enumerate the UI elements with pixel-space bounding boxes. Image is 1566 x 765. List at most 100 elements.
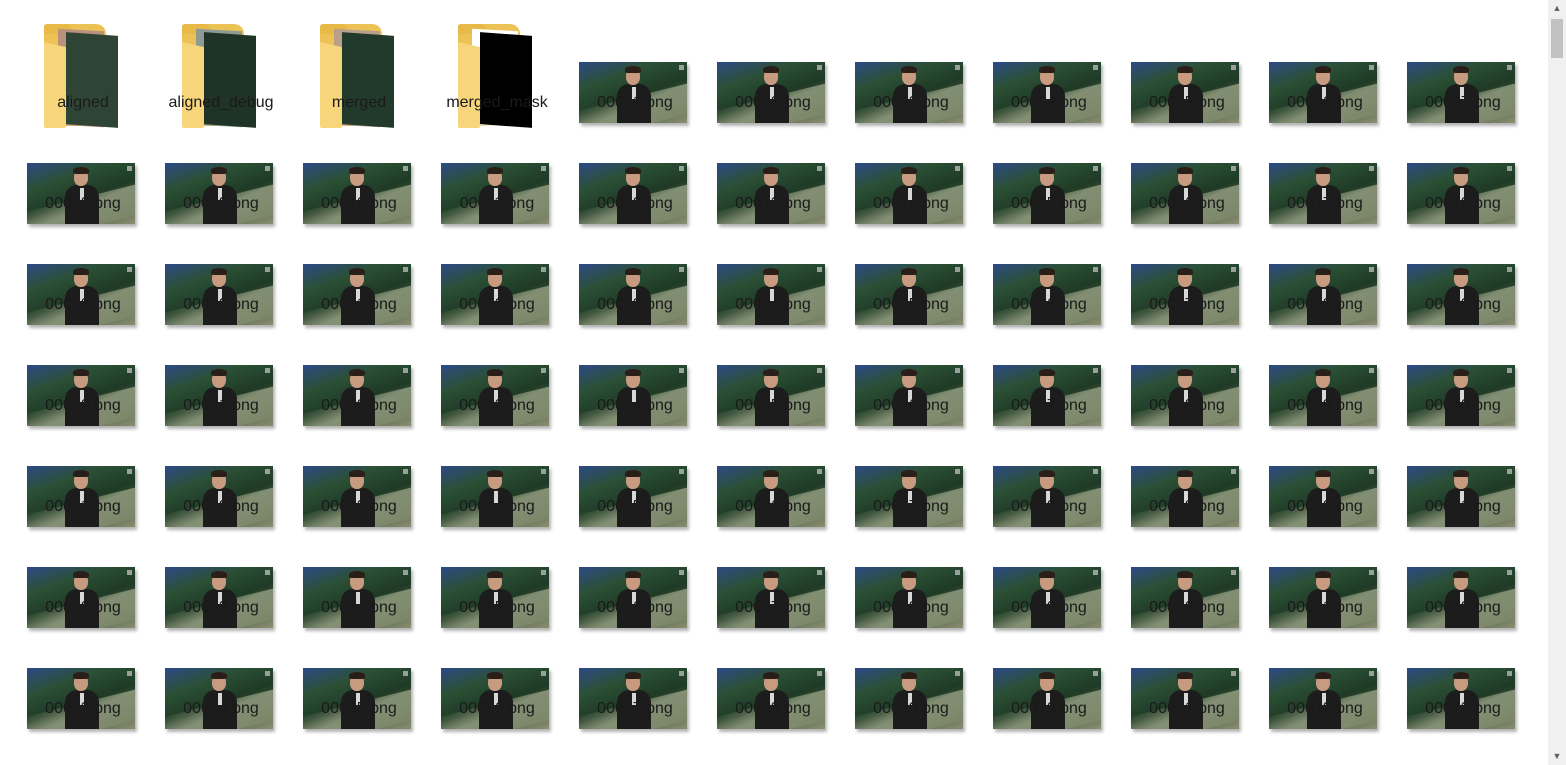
image-thumbnail (993, 668, 1101, 729)
file-item[interactable]: 00063.png (14, 567, 152, 729)
file-name: 00073.png (1425, 700, 1501, 717)
file-item[interactable]: 00041.png (14, 365, 152, 527)
file-item[interactable]: 00067.png (566, 567, 704, 729)
file-name: 00064.png (183, 700, 259, 717)
folder-item[interactable]: merged (290, 0, 428, 128)
file-item[interactable]: 00064.png (152, 567, 290, 729)
file-item[interactable]: 00052.png (14, 466, 152, 628)
file-item[interactable]: 00013.png (704, 62, 842, 224)
scrollbar-thumb[interactable] (1551, 19, 1563, 58)
file-item[interactable]: 00017.png (1256, 62, 1394, 224)
file-item[interactable]: 00009.png (152, 62, 290, 224)
file-item[interactable]: 00014.png (842, 62, 980, 224)
file-item[interactable]: 00059.png (980, 466, 1118, 628)
file-item[interactable]: 00036.png (842, 264, 980, 426)
file-item[interactable]: 00044.png (428, 365, 566, 527)
file-item[interactable]: 00050.png (1256, 365, 1394, 527)
file-item[interactable]: 00062.png (1394, 466, 1532, 628)
file-item[interactable]: 00020.png (152, 163, 290, 325)
file-item[interactable]: 00019.png (14, 163, 152, 325)
file-item[interactable]: 00068.png (704, 567, 842, 729)
file-item[interactable]: 00007.png (1394, 0, 1532, 123)
scroll-up-arrow-icon[interactable]: ▲ (1548, 0, 1566, 17)
image-thumbnail (27, 668, 135, 729)
file-item[interactable]: 00072.png (1256, 567, 1394, 729)
file-item[interactable]: 00015.png (980, 62, 1118, 224)
file-item[interactable]: 00045.png (566, 365, 704, 527)
file-item[interactable]: 00061.png (1256, 466, 1394, 628)
file-item[interactable]: 00004.png (980, 0, 1118, 123)
file-item[interactable]: 00003.png (842, 0, 980, 123)
file-item[interactable]: 00008.png (14, 62, 152, 224)
file-item[interactable]: 00018.png (1394, 62, 1532, 224)
file-item[interactable]: 00047.png (842, 365, 980, 527)
file-name: 00071.png (1149, 700, 1225, 717)
file-item[interactable]: 00054.png (290, 466, 428, 628)
image-thumbnail (717, 668, 825, 729)
file-item[interactable]: 00040.png (1394, 264, 1532, 426)
file-item[interactable]: 00073.png (1394, 567, 1532, 729)
file-item[interactable]: 00011.png (428, 62, 566, 224)
file-item[interactable]: 00029.png (1394, 163, 1532, 325)
file-item[interactable]: 00056.png (566, 466, 704, 628)
file-name: 00068.png (735, 700, 811, 717)
file-item[interactable]: 00066.png (428, 567, 566, 729)
file-item[interactable]: 00071.png (1118, 567, 1256, 729)
file-item[interactable]: 00010.png (290, 62, 428, 224)
file-item[interactable]: 00053.png (152, 466, 290, 628)
file-item[interactable]: 00037.png (980, 264, 1118, 426)
file-item[interactable]: 00046.png (704, 365, 842, 527)
file-name: 00072.png (1287, 700, 1363, 717)
file-item[interactable]: 00043.png (290, 365, 428, 527)
file-name: 00070.png (1011, 700, 1087, 717)
file-name: 00067.png (597, 700, 673, 717)
file-item[interactable]: 00060.png (1118, 466, 1256, 628)
vertical-scrollbar[interactable]: ▲ ▼ (1548, 0, 1566, 765)
file-item[interactable]: 00058.png (842, 466, 980, 628)
file-item[interactable]: 00039.png (1256, 264, 1394, 426)
file-item[interactable]: 00006.png (1256, 0, 1394, 123)
file-item[interactable]: 00065.png (290, 567, 428, 729)
file-item[interactable]: 00016.png (1118, 62, 1256, 224)
file-item[interactable]: 00030.png (14, 264, 152, 426)
file-name: 00069.png (873, 700, 949, 717)
file-item[interactable]: 00069.png (842, 567, 980, 729)
file-item[interactable]: 00057.png (704, 466, 842, 628)
file-item[interactable]: 00049.png (1118, 365, 1256, 527)
file-item[interactable]: 00035.png (704, 264, 842, 426)
image-thumbnail (579, 668, 687, 729)
file-item[interactable]: 00070.png (980, 567, 1118, 729)
file-item[interactable]: 00034.png (566, 264, 704, 426)
file-item[interactable]: 00032.png (290, 264, 428, 426)
file-item[interactable]: 00012.png (566, 62, 704, 224)
file-item[interactable]: 00022.png (428, 163, 566, 325)
file-item[interactable]: 00038.png (1118, 264, 1256, 426)
file-item[interactable]: 00002.png (704, 0, 842, 123)
image-thumbnail (1131, 668, 1239, 729)
file-item[interactable]: 00023.png (566, 163, 704, 325)
file-item[interactable]: 00048.png (980, 365, 1118, 527)
file-name: 00063.png (45, 700, 121, 717)
file-item[interactable]: 00025.png (842, 163, 980, 325)
folder-item[interactable]: merged_mask (428, 0, 566, 128)
folder-item[interactable]: aligned_debug (152, 0, 290, 128)
file-item[interactable]: 00028.png (1256, 163, 1394, 325)
file-item[interactable]: 00031.png (152, 264, 290, 426)
scroll-down-arrow-icon[interactable]: ▼ (1548, 748, 1566, 765)
folder-item[interactable]: aligned (14, 0, 152, 128)
file-item[interactable]: 00005.png (1118, 0, 1256, 123)
file-item[interactable]: 00042.png (152, 365, 290, 527)
file-item[interactable]: 00055.png (428, 466, 566, 628)
file-item[interactable]: 00051.png (1394, 365, 1532, 527)
image-thumbnail (303, 668, 411, 729)
image-thumbnail (1407, 668, 1515, 729)
file-item[interactable]: 00027.png (1118, 163, 1256, 325)
image-thumbnail (855, 668, 963, 729)
file-item[interactable]: 00033.png (428, 264, 566, 426)
file-name: 00066.png (459, 700, 535, 717)
image-thumbnail (441, 668, 549, 729)
file-item[interactable]: 00001.png (566, 0, 704, 123)
file-item[interactable]: 00026.png (980, 163, 1118, 325)
file-item[interactable]: 00024.png (704, 163, 842, 325)
file-item[interactable]: 00021.png (290, 163, 428, 325)
